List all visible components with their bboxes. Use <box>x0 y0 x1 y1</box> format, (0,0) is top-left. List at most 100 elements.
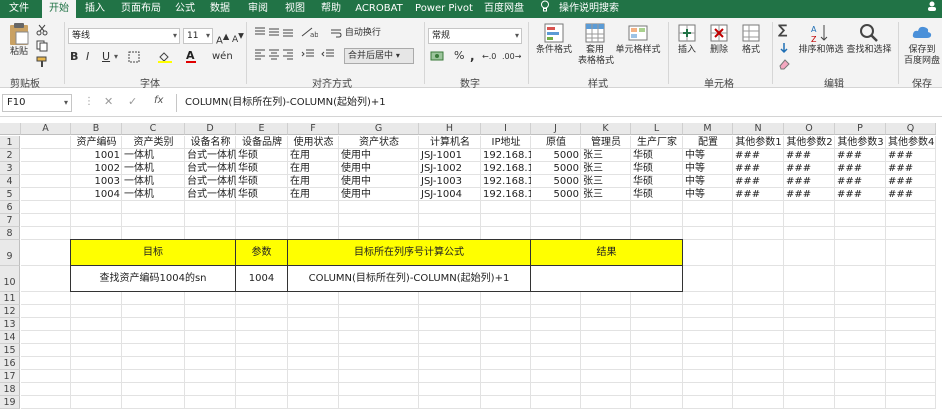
orientation-icon[interactable]: ab <box>300 26 319 43</box>
font-size-combo[interactable]: 11 ▾ <box>183 28 213 44</box>
data-cell[interactable]: 一体机 <box>122 188 185 201</box>
fill-icon[interactable] <box>778 42 790 59</box>
percent-button[interactable]: % <box>454 49 464 63</box>
merge-center-button[interactable]: 合并后居中 ▾ <box>344 48 414 64</box>
phonetic-icon[interactable]: wén <box>212 50 233 64</box>
data-cell[interactable]: 1002 <box>71 162 122 175</box>
data-cell[interactable]: 华硕 <box>631 188 683 201</box>
row-header-3[interactable]: 3 <box>0 162 20 175</box>
data-cell[interactable]: 使用中 <box>339 188 419 201</box>
column-header-a[interactable]: A <box>21 123 71 135</box>
data-cell[interactable]: 华硕 <box>236 175 288 188</box>
data-cell[interactable]: ### <box>733 188 784 201</box>
row-header-17[interactable]: 17 <box>0 370 20 383</box>
autosum-button[interactable]: ∑ <box>778 24 787 38</box>
column-header-p[interactable]: P <box>835 123 886 135</box>
formula-input[interactable]: COLUMN(目标所在列)-COLUMN(起始列)+1 <box>176 94 940 112</box>
name-box[interactable]: F10 ▾ <box>2 94 72 112</box>
column-header-j[interactable]: J <box>531 123 581 135</box>
tab-data[interactable]: 数据 <box>205 0 235 18</box>
data-cell[interactable]: 使用中 <box>339 175 419 188</box>
data-cell[interactable]: 192.168.1.3 <box>481 162 531 175</box>
decrease-font-icon[interactable]: A▼ <box>232 29 244 47</box>
data-cell[interactable]: 台式一体机 <box>185 175 236 188</box>
copy-icon[interactable] <box>36 40 48 56</box>
data-cell[interactable]: 使用中 <box>339 149 419 162</box>
column-header-b[interactable]: B <box>71 123 122 135</box>
data-cell[interactable]: 华硕 <box>236 149 288 162</box>
column-header-m[interactable]: M <box>683 123 733 135</box>
column-header-l[interactable]: L <box>631 123 683 135</box>
row-header-5[interactable]: 5 <box>0 188 20 201</box>
align-left-icon[interactable] <box>254 48 294 65</box>
header-cell[interactable]: 其他参数3 <box>835 136 886 149</box>
row-header-4[interactable]: 4 <box>0 175 20 188</box>
row-header-19[interactable]: 19 <box>0 396 20 409</box>
data-cell[interactable]: ### <box>886 162 936 175</box>
data-cell[interactable]: 在用 <box>288 149 339 162</box>
data-cell[interactable]: 192.168.1.4 <box>481 175 531 188</box>
tab-baidu-netdisk[interactable]: 百度网盘 <box>482 0 526 18</box>
data-cell[interactable]: ### <box>733 175 784 188</box>
data-cell[interactable]: 华硕 <box>631 175 683 188</box>
header-cell[interactable]: IP地址 <box>481 136 531 149</box>
column-header-e[interactable]: E <box>236 123 288 135</box>
conditional-format-button[interactable]: 条件格式 <box>534 22 574 56</box>
data-cell[interactable]: 中等 <box>683 175 733 188</box>
data-cell[interactable]: ### <box>886 188 936 201</box>
paste-button[interactable]: 粘贴 <box>6 22 32 58</box>
indent-icon[interactable] <box>300 48 340 65</box>
data-cell[interactable]: 1003 <box>71 175 122 188</box>
find-select-button[interactable]: 查找和选择 <box>846 22 892 56</box>
column-header-c[interactable]: C <box>122 123 185 135</box>
data-cell[interactable]: JSJ-1001 <box>419 149 481 162</box>
column-header-g[interactable]: G <box>339 123 419 135</box>
tell-me-search[interactable]: 操作说明搜索 <box>556 0 622 18</box>
tab-insert[interactable]: 插入 <box>80 0 110 18</box>
tab-view[interactable]: 视图 <box>280 0 310 18</box>
data-cell[interactable]: ### <box>784 162 835 175</box>
data-cell[interactable]: 华硕 <box>631 162 683 175</box>
sort-filter-button[interactable]: AZ 排序和筛选 <box>798 22 844 56</box>
eraser-icon[interactable] <box>778 58 790 75</box>
increase-decimal-icon[interactable]: ←.0 <box>482 50 496 64</box>
header-cell[interactable]: 计算机名 <box>419 136 481 149</box>
row-header-6[interactable]: 6 <box>0 201 20 214</box>
tab-file[interactable]: 文件 <box>2 0 36 18</box>
data-cell[interactable]: 使用中 <box>339 162 419 175</box>
enter-icon[interactable]: ✓ <box>128 95 137 108</box>
underline-button[interactable]: U <box>102 50 110 64</box>
font-color-icon[interactable]: A <box>186 49 196 63</box>
data-cell[interactable]: ### <box>784 149 835 162</box>
data-cell[interactable]: ### <box>835 175 886 188</box>
header-cell[interactable]: 设备名称 <box>185 136 236 149</box>
data-cell[interactable]: 中等 <box>683 149 733 162</box>
data-cell[interactable]: 192.168.1.5 <box>481 188 531 201</box>
tab-acrobat[interactable]: ACROBAT <box>352 0 406 18</box>
row-header-11[interactable]: 11 <box>0 292 20 305</box>
row-header-15[interactable]: 15 <box>0 344 20 357</box>
row-header-7[interactable]: 7 <box>0 214 20 227</box>
data-cell[interactable]: 张三 <box>581 149 631 162</box>
header-cell[interactable]: 其他参数1 <box>733 136 784 149</box>
tab-power-pivot[interactable]: Power Pivot <box>414 0 474 18</box>
column-header-d[interactable]: D <box>185 123 236 135</box>
data-cell[interactable]: ### <box>733 162 784 175</box>
data-cell[interactable]: ### <box>784 175 835 188</box>
number-format-combo[interactable]: 常规 ▾ <box>428 28 522 44</box>
user-icon[interactable] <box>922 0 942 18</box>
format-cells-button[interactable]: 格式 <box>736 22 766 56</box>
row-header-18[interactable]: 18 <box>0 383 20 396</box>
row-header-16[interactable]: 16 <box>0 357 20 370</box>
data-cell[interactable]: 中等 <box>683 188 733 201</box>
fill-color-icon[interactable] <box>158 51 172 68</box>
data-cell[interactable]: 在用 <box>288 175 339 188</box>
data-cell[interactable]: 5000 <box>531 149 581 162</box>
cut-icon[interactable] <box>36 24 48 40</box>
data-cell[interactable]: JSJ-1002 <box>419 162 481 175</box>
cancel-icon[interactable]: ✕ <box>104 95 113 108</box>
data-cell[interactable]: 5000 <box>531 175 581 188</box>
header-cell[interactable]: 其他参数4 <box>886 136 936 149</box>
tab-home[interactable]: 开始 <box>42 0 76 18</box>
row-header-9[interactable]: 9 <box>0 240 20 266</box>
